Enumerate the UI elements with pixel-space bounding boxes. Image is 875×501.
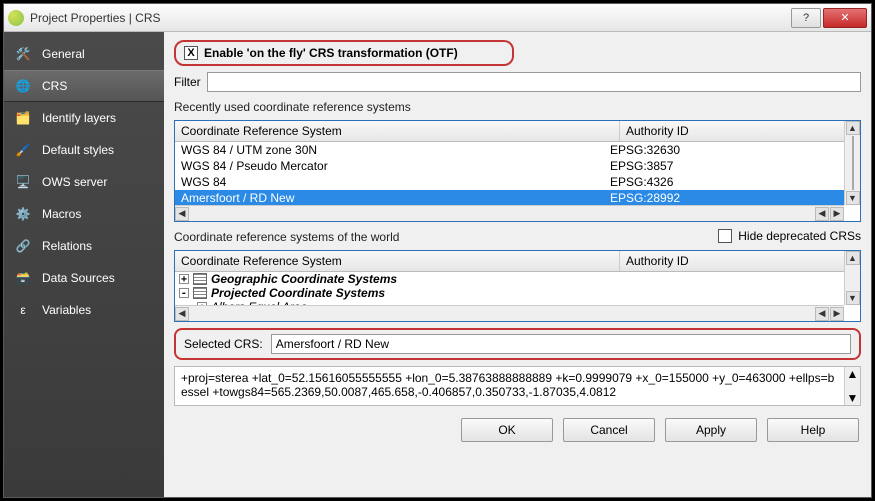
world-header-auth[interactable]: Authority ID	[620, 251, 860, 271]
sidebar-item-label: CRS	[42, 79, 67, 93]
sidebar-item-label: General	[42, 47, 85, 61]
world-crs-tree[interactable]: Coordinate Reference System Authority ID…	[174, 250, 861, 322]
sidebar-item-label: Identify layers	[42, 111, 116, 125]
dialog-window: Project Properties | CRS ? ✕ 🛠️ General 🌐…	[3, 3, 872, 498]
vertical-scrollbar[interactable]: ▲▼	[844, 251, 860, 305]
apply-button[interactable]: Apply	[665, 418, 757, 442]
recent-header-crs[interactable]: Coordinate Reference System	[175, 121, 620, 141]
server-icon: 🖥️	[14, 173, 32, 191]
variable-icon: ε	[14, 301, 32, 319]
titlebar[interactable]: Project Properties | CRS ? ✕	[4, 4, 871, 32]
cancel-button[interactable]: Cancel	[563, 418, 655, 442]
sidebar-item-label: Data Sources	[42, 271, 115, 285]
world-header-crs[interactable]: Coordinate Reference System	[175, 251, 620, 271]
sidebar-item-label: OWS server	[42, 175, 107, 189]
scroll-left-icon[interactable]: ◀	[175, 207, 189, 221]
sidebar: 🛠️ General 🌐 CRS 🗂️ Identify layers 🖌️ Defau…	[4, 32, 164, 497]
otf-checkbox[interactable]: X	[184, 46, 198, 60]
table-row[interactable]: WGS 84 / UTM zone 30NEPSG:32630	[175, 142, 844, 158]
sidebar-item-relations[interactable]: 🔗 Relations	[4, 230, 164, 262]
selected-crs-label: Selected CRS:	[184, 337, 263, 351]
sidebar-item-ows-server[interactable]: 🖥️ OWS server	[4, 166, 164, 198]
hide-deprecated-checkbox[interactable]	[718, 229, 732, 243]
scroll-down-icon[interactable]: ▼	[846, 191, 860, 205]
tree-item[interactable]: -Projected Coordinate Systems	[175, 286, 844, 300]
sidebar-item-general[interactable]: 🛠️ General	[4, 38, 164, 70]
help-button[interactable]: Help	[767, 418, 859, 442]
sidebar-item-label: Variables	[42, 303, 91, 317]
sidebar-item-crs[interactable]: 🌐 CRS	[4, 70, 164, 102]
scroll-right-icon[interactable]: ▶	[830, 307, 844, 321]
brush-icon: 🖌️	[14, 141, 32, 159]
horizontal-scrollbar[interactable]: ◀◀▶	[175, 305, 844, 321]
close-button[interactable]: ✕	[823, 8, 867, 28]
table-row[interactable]: WGS 84 / Pseudo MercatorEPSG:3857	[175, 158, 844, 174]
otf-frame: X Enable 'on the fly' CRS transformation…	[174, 40, 514, 66]
sidebar-item-identify-layers[interactable]: 🗂️ Identify layers	[4, 102, 164, 134]
recent-header-auth[interactable]: Authority ID	[620, 121, 860, 141]
help-button-titlebar[interactable]: ?	[791, 8, 821, 28]
relations-icon: 🔗	[14, 237, 32, 255]
gear-icon: ⚙️	[14, 205, 32, 223]
scroll-up-icon[interactable]: ▲	[847, 367, 859, 381]
scroll-left-icon[interactable]: ◀	[815, 207, 829, 221]
scroll-left-icon[interactable]: ◀	[175, 307, 189, 321]
expand-icon[interactable]: +	[179, 274, 189, 284]
scroll-right-icon[interactable]: ▶	[830, 207, 844, 221]
vertical-scrollbar[interactable]: ▲▼	[844, 367, 860, 405]
scroll-up-icon[interactable]: ▲	[846, 251, 860, 265]
sidebar-item-data-sources[interactable]: 🗃️ Data Sources	[4, 262, 164, 294]
recent-crs-table[interactable]: Coordinate Reference System Authority ID…	[174, 120, 861, 222]
world-label: Coordinate reference systems of the worl…	[174, 230, 399, 244]
selected-crs-frame: Selected CRS:	[174, 328, 861, 360]
table-row[interactable]: Amersfoort / RD NewEPSG:28992	[175, 190, 844, 206]
app-icon	[8, 10, 24, 26]
scroll-down-icon[interactable]: ▼	[847, 391, 859, 405]
horizontal-scrollbar[interactable]: ◀◀▶	[175, 205, 844, 221]
sidebar-item-variables[interactable]: ε Variables	[4, 294, 164, 326]
recent-label: Recently used coordinate reference syste…	[174, 100, 861, 114]
wrench-icon: 🛠️	[14, 45, 32, 63]
tree-item[interactable]: +Geographic Coordinate Systems	[175, 272, 844, 286]
scroll-up-icon[interactable]: ▲	[846, 121, 860, 135]
hide-deprecated-label: Hide deprecated CRSs	[738, 229, 861, 243]
selected-crs-input[interactable]	[271, 334, 851, 354]
ok-button[interactable]: OK	[461, 418, 553, 442]
grid-icon	[193, 287, 207, 299]
sidebar-item-label: Relations	[42, 239, 92, 253]
table-row[interactable]: WGS 84EPSG:4326	[175, 174, 844, 190]
filter-label: Filter	[174, 75, 201, 89]
sidebar-item-label: Macros	[42, 207, 81, 221]
grid-icon	[193, 273, 207, 285]
sidebar-item-macros[interactable]: ⚙️ Macros	[4, 198, 164, 230]
otf-label: Enable 'on the fly' CRS transformation (…	[204, 46, 458, 60]
sidebar-item-label: Default styles	[42, 143, 114, 157]
globe-icon: 🌐	[14, 77, 32, 95]
filter-input[interactable]	[207, 72, 861, 92]
scroll-down-icon[interactable]: ▼	[846, 291, 860, 305]
content-panel: X Enable 'on the fly' CRS transformation…	[164, 32, 871, 497]
collapse-icon[interactable]: -	[179, 288, 189, 298]
scroll-left-icon[interactable]: ◀	[815, 307, 829, 321]
proj4-text: +proj=sterea +lat_0=52.15616055555555 +l…	[174, 366, 861, 406]
window-title: Project Properties | CRS	[30, 11, 791, 25]
database-icon: 🗃️	[14, 269, 32, 287]
sidebar-item-default-styles[interactable]: 🖌️ Default styles	[4, 134, 164, 166]
vertical-scrollbar[interactable]: ▲▼	[844, 121, 860, 205]
layers-icon: 🗂️	[14, 109, 32, 127]
